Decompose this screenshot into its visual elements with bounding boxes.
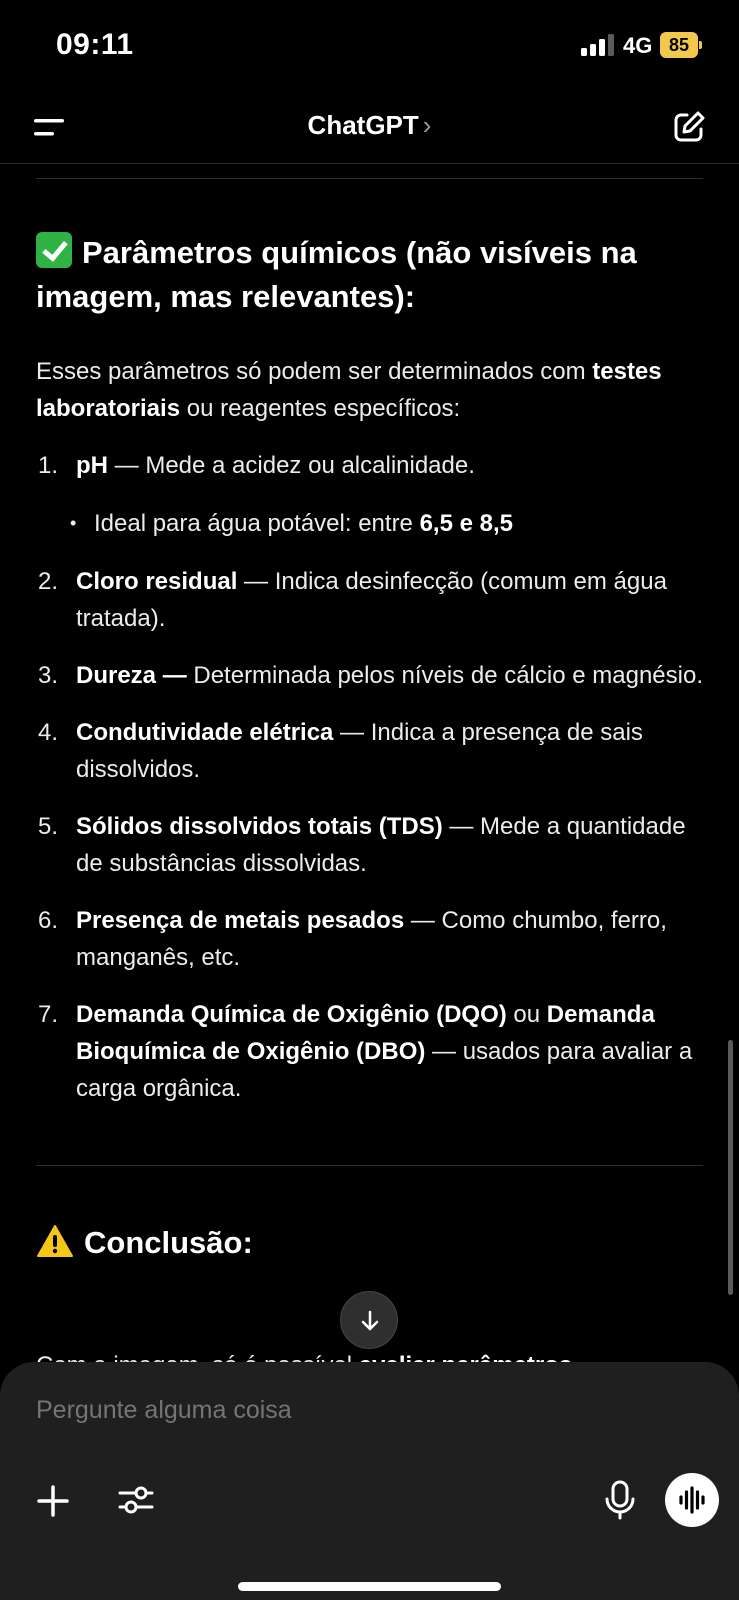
list-number: 1. [38, 452, 59, 479]
plus-icon[interactable] [36, 1484, 70, 1518]
scrollbar[interactable] [728, 1040, 733, 1295]
list-number: 7. [38, 1001, 59, 1028]
sub-list-item: Ideal para água potável: entre 6,5 e 8,5 [36, 505, 703, 542]
status-time: 09:11 [56, 28, 134, 61]
scroll-down-button[interactable] [340, 1291, 398, 1349]
list-number: 3. [38, 662, 59, 689]
item-term: pH [76, 452, 108, 479]
waveform-icon [679, 1486, 705, 1514]
list-item: 4. Condutividade elétrica — Indica a pres… [36, 714, 703, 788]
section-heading-chemical: Parâmetros químicos (não visíveis na ima… [36, 231, 703, 319]
sub-list: Ideal para água potável: entre 6,5 e 8,5 [36, 505, 703, 542]
warning-icon [37, 1225, 73, 1257]
item-term: Dureza — [76, 662, 187, 689]
cellular-signal-icon [581, 34, 614, 56]
message-input[interactable] [36, 1396, 596, 1425]
list-number: 6. [38, 907, 59, 934]
intro-text: Esses parâmetros só podem ser determinad… [36, 358, 593, 385]
battery-tip [699, 41, 702, 49]
item-description: Determinada pelos níveis de cálcio e mag… [186, 662, 703, 689]
item-term: Demanda Química de Oxigênio (DQO) [76, 1001, 507, 1028]
item-term: Sólidos dissolvidos totais (TDS) [76, 813, 443, 840]
list-number: 5. [38, 813, 59, 840]
intro-paragraph: Esses parâmetros só podem ser determinad… [36, 353, 703, 427]
list-item: 1. pH — Mede a acidez ou alcalinidade. [36, 447, 703, 484]
app-header: ChatGPT › [0, 92, 739, 164]
parameter-list-continued: 2. Cloro residual — Indica desinfecção (c… [36, 563, 703, 1107]
list-number: 2. [38, 568, 59, 595]
list-item: 2. Cloro residual — Indica desinfecção (c… [36, 563, 703, 637]
home-indicator [238, 1582, 501, 1591]
section-title-text: Conclusão: [84, 1225, 253, 1260]
item-term: Cloro residual [76, 568, 238, 595]
section-title-text: Parâmetros químicos (não visíveis na ima… [36, 235, 637, 314]
composer [0, 1362, 739, 1600]
list-item: 3. Dureza — Determinada pelos níveis de c… [36, 657, 703, 694]
list-number: 4. [38, 719, 59, 746]
item-term: Condutividade elétrica [76, 719, 334, 746]
divider [36, 178, 703, 179]
new-chat-icon[interactable] [672, 110, 706, 144]
chevron-right-icon: › [422, 110, 432, 140]
item-connector: ou [506, 1001, 547, 1028]
assistant-message: Parâmetros químicos (não visíveis na ima… [36, 164, 703, 1265]
item-term: Presença de metais pesados [76, 907, 405, 934]
header-title: ChatGPT [307, 110, 419, 140]
divider [36, 1165, 703, 1166]
intro-text-end: ou reagentes específicos: [180, 395, 461, 422]
battery-level: 85 [660, 32, 698, 58]
chat-screen: 09:11 4G 85 ChatGPT › Parâmetros químico… [0, 0, 739, 1600]
list-item: 7. Demanda Química de Oxigênio (DQO) ou D… [36, 996, 703, 1107]
section-heading-conclusion: Conclusão: [36, 1221, 703, 1265]
parameter-list: 1. pH — Mede a acidez ou alcalinidade. [36, 447, 703, 484]
list-item: 5. Sólidos dissolvidos totais (TDS) — Med… [36, 808, 703, 882]
voice-mode-button[interactable] [665, 1473, 719, 1527]
check-mark-icon [36, 232, 72, 268]
sub-item-text: Ideal para água potável: entre [94, 510, 420, 537]
status-bar: 09:11 4G 85 [0, 0, 739, 92]
microphone-icon[interactable] [604, 1480, 636, 1520]
list-item: 6. Presença de metais pesados — Como chum… [36, 902, 703, 976]
sub-item-bold: 6,5 e 8,5 [419, 510, 513, 537]
network-type: 4G [623, 33, 653, 58]
battery-icon: 85 [660, 32, 702, 58]
tools-sliders-icon[interactable] [118, 1482, 154, 1518]
arrow-down-icon [361, 1310, 379, 1331]
model-selector[interactable]: ChatGPT › [0, 110, 739, 141]
item-description: — Mede a acidez ou alcalinidade. [108, 452, 475, 479]
